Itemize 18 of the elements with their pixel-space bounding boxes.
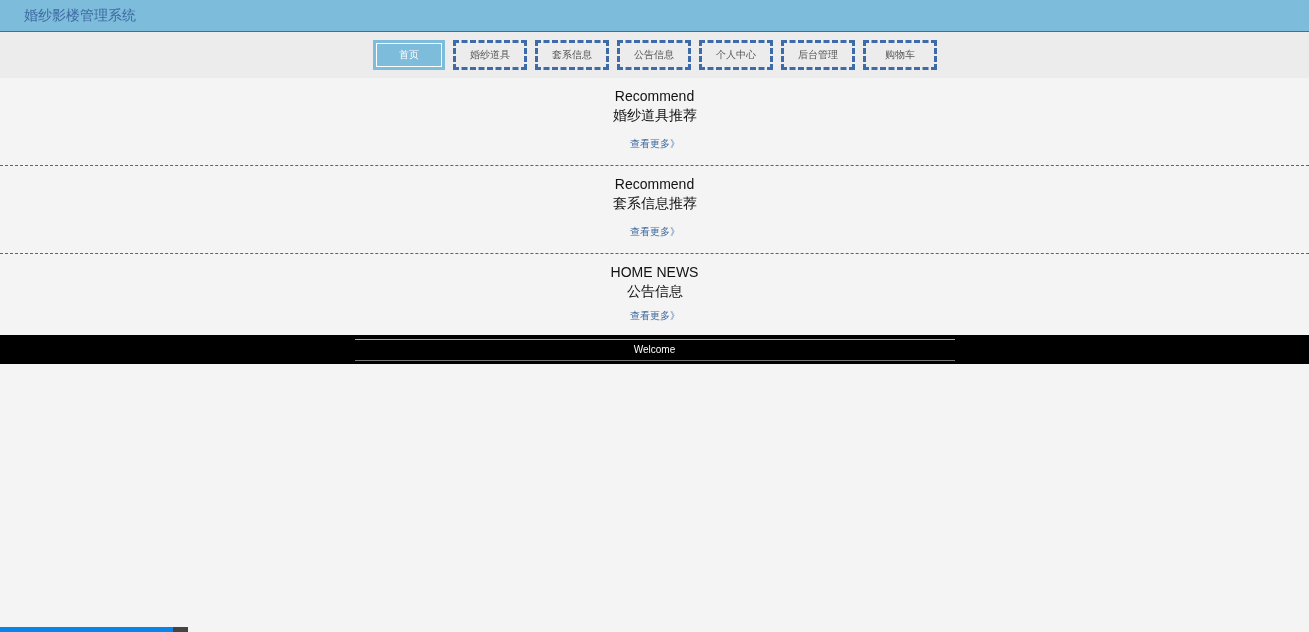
view-more-link[interactable]: 查看更多》 xyxy=(629,225,680,239)
nav-tab[interactable]: 后台管理 xyxy=(780,40,855,70)
section-subtitle: HOME NEWS xyxy=(610,263,699,281)
nav-tab[interactable]: 婚纱道具 xyxy=(452,40,527,70)
view-more-link[interactable]: 查看更多》 xyxy=(629,309,680,323)
video-progress-bar[interactable] xyxy=(0,627,188,632)
site-title: 婚纱影楼管理系统 xyxy=(24,6,136,25)
nav-tab[interactable]: 购物车 xyxy=(862,40,937,70)
section-title: 公告信息 xyxy=(626,282,683,301)
section-subtitle: Recommend xyxy=(614,175,695,193)
nav-tab[interactable]: 公告信息 xyxy=(616,40,691,70)
nav-tab[interactable]: 个人中心 xyxy=(698,40,773,70)
section-title: 套系信息推荐 xyxy=(612,194,697,213)
section-title: 婚纱道具推荐 xyxy=(612,106,697,125)
welcome-text: Welcome xyxy=(633,344,676,355)
nav-tab[interactable]: 套系信息 xyxy=(534,40,609,70)
section-subtitle: Recommend xyxy=(614,87,695,105)
view-more-link[interactable]: 查看更多》 xyxy=(629,137,680,151)
